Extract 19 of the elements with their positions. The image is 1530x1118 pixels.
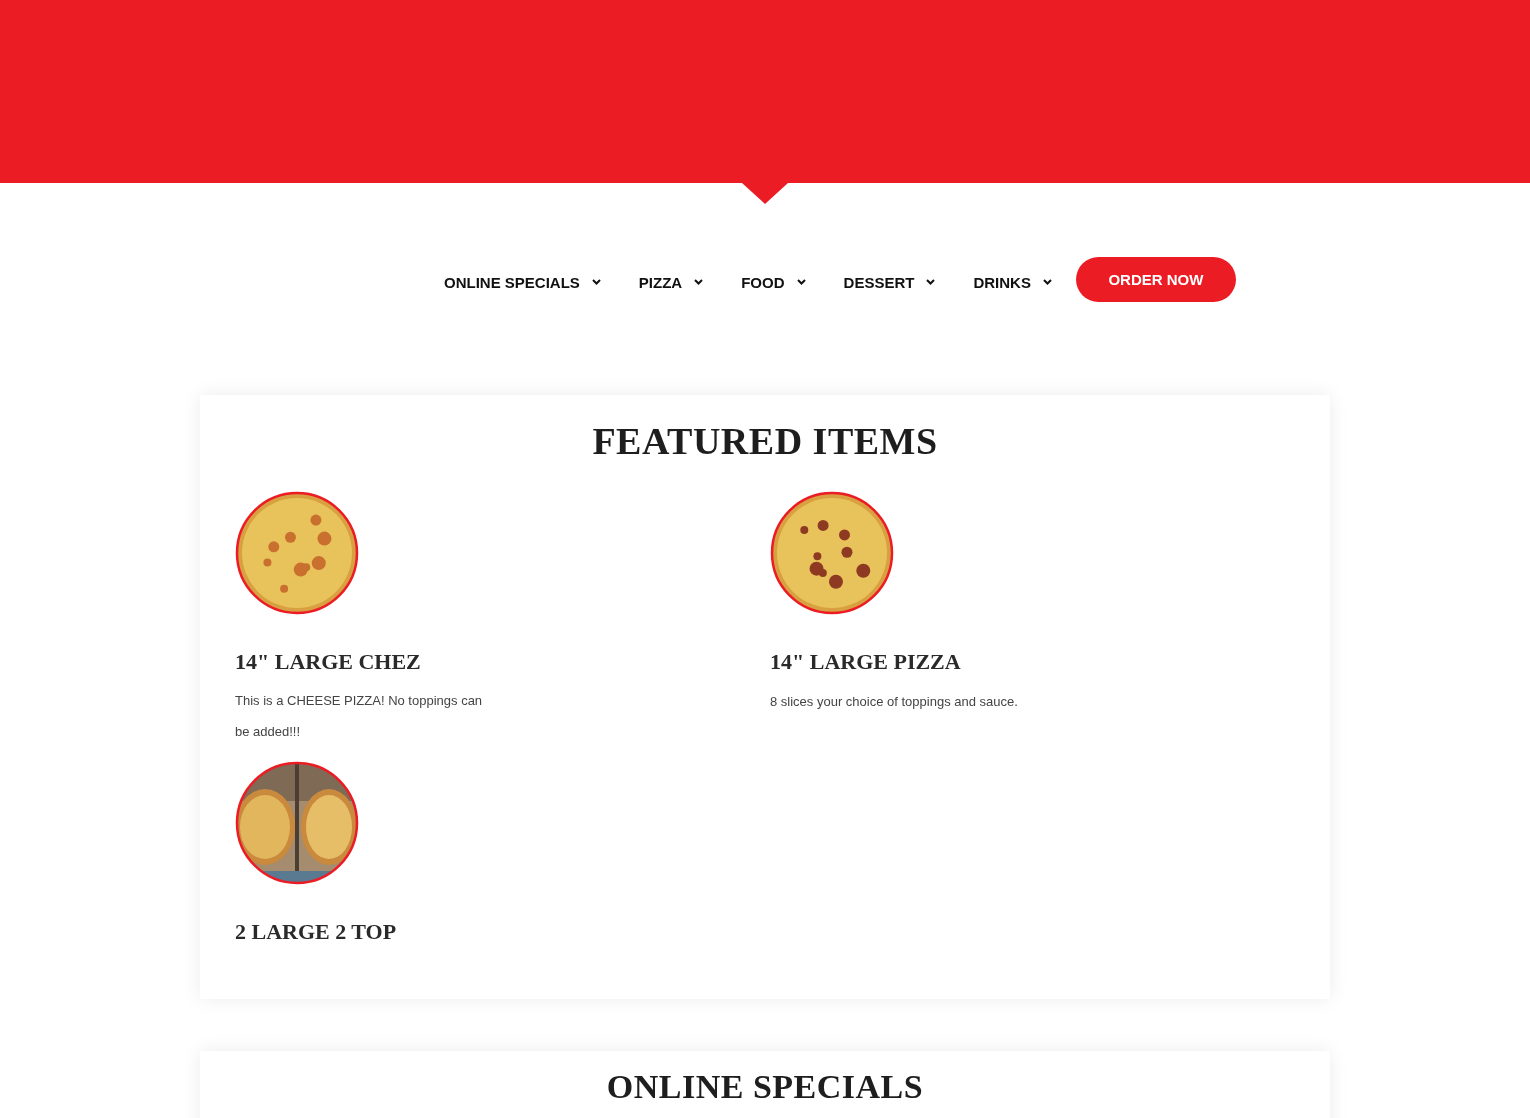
section-title: FEATURED ITEMS	[591, 419, 939, 463]
item-name: 2 LARGE 2 TOP	[235, 919, 398, 945]
item-name: 14" LARGE CHEZ	[235, 649, 422, 675]
chevron-down-icon	[796, 279, 806, 285]
nav-link[interactable]: PIZZA	[638, 273, 704, 291]
chevron-down-icon	[591, 279, 601, 285]
notch-triangle-icon	[742, 183, 788, 204]
nav-link[interactable]: FOOD	[741, 273, 806, 291]
nav-link[interactable]: ONLINE SPECIALS	[444, 273, 601, 291]
section-title: ONLINE SPECIALS	[605, 1069, 925, 1105]
item-name: 14" LARGE PIZZA	[770, 649, 962, 675]
item-description: 8 slices your choice of toppings and sauce.	[770, 693, 1019, 711]
nav-link[interactable]: DESSERT	[843, 273, 936, 291]
chevron-down-icon	[926, 279, 936, 285]
chevron-down-icon	[694, 279, 704, 285]
nav-link[interactable]: DRINKS	[973, 273, 1052, 291]
chevron-down-icon	[1042, 279, 1052, 285]
order-now-button[interactable]: ORDER NOW	[1075, 256, 1236, 302]
item-description: This is a CHEESE PIZZA! No toppings can be added!!!	[235, 692, 484, 741]
